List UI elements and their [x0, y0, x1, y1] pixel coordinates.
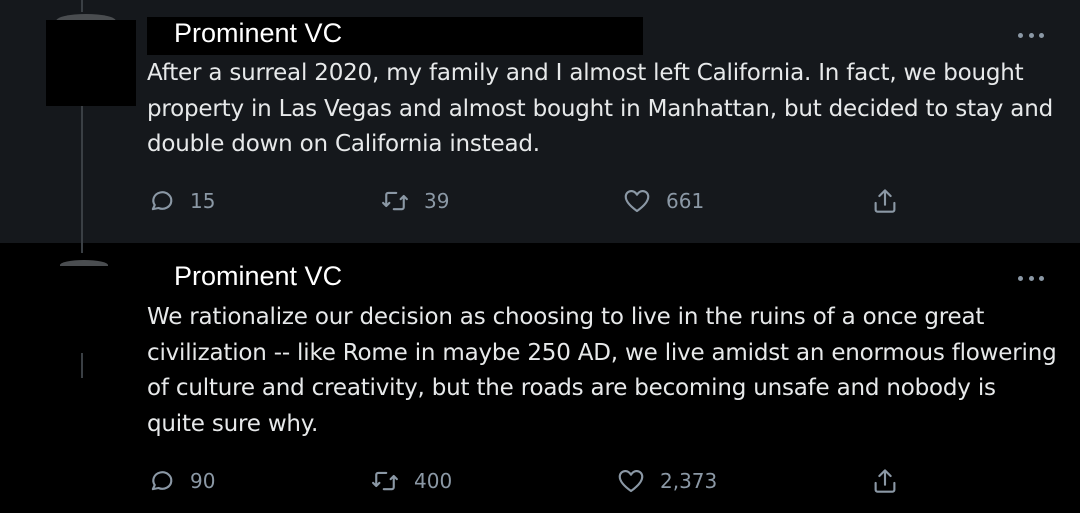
retweet-icon	[372, 471, 398, 491]
thread-line	[81, 353, 83, 378]
heart-icon	[624, 189, 650, 213]
avatar-redaction	[46, 266, 136, 352]
author-name[interactable]: Prominent VC	[174, 261, 342, 292]
reply-icon	[151, 471, 173, 491]
tweet-text: After a surreal 2020, my family and I al…	[147, 60, 1053, 157]
thread-line	[81, 106, 83, 243]
share-button[interactable]	[870, 466, 900, 496]
share-icon	[874, 189, 896, 213]
avatar-redaction	[46, 20, 136, 106]
reply-count: 15	[190, 189, 216, 213]
like-count: 2,373	[660, 469, 718, 493]
tweet-actions: 90 400 2,373	[146, 466, 926, 500]
username-redaction	[147, 260, 155, 298]
thread-line	[81, 243, 83, 253]
tweet-text: We rationalize our decision as choosing …	[147, 304, 1057, 437]
thread-line	[81, 0, 83, 12]
reply-icon	[151, 191, 173, 211]
more-icon[interactable]	[1018, 268, 1044, 288]
reply-count: 90	[190, 469, 216, 493]
reply-button[interactable]: 15	[146, 186, 215, 216]
like-count: 661	[666, 189, 705, 213]
author-name[interactable]: Prominent VC	[174, 18, 342, 49]
retweet-button[interactable]: 39	[380, 186, 449, 216]
tweet[interactable]: Prominent VC We rationalize our decision…	[0, 243, 1080, 513]
heart-icon	[618, 469, 644, 493]
like-button[interactable]: 2,373	[616, 466, 717, 496]
tweet[interactable]: Prominent VC After a surreal 2020, my fa…	[0, 0, 1080, 243]
retweet-button[interactable]: 400	[370, 466, 452, 496]
retweet-count: 39	[424, 189, 450, 213]
reply-button[interactable]: 90	[146, 466, 215, 496]
tweet-actions: 15 39 661	[146, 186, 926, 220]
like-button[interactable]: 661	[622, 186, 704, 216]
share-button[interactable]	[870, 186, 900, 216]
retweet-icon	[382, 191, 408, 211]
retweet-count: 400	[414, 469, 453, 493]
share-icon	[874, 469, 896, 493]
more-icon[interactable]	[1018, 25, 1044, 45]
